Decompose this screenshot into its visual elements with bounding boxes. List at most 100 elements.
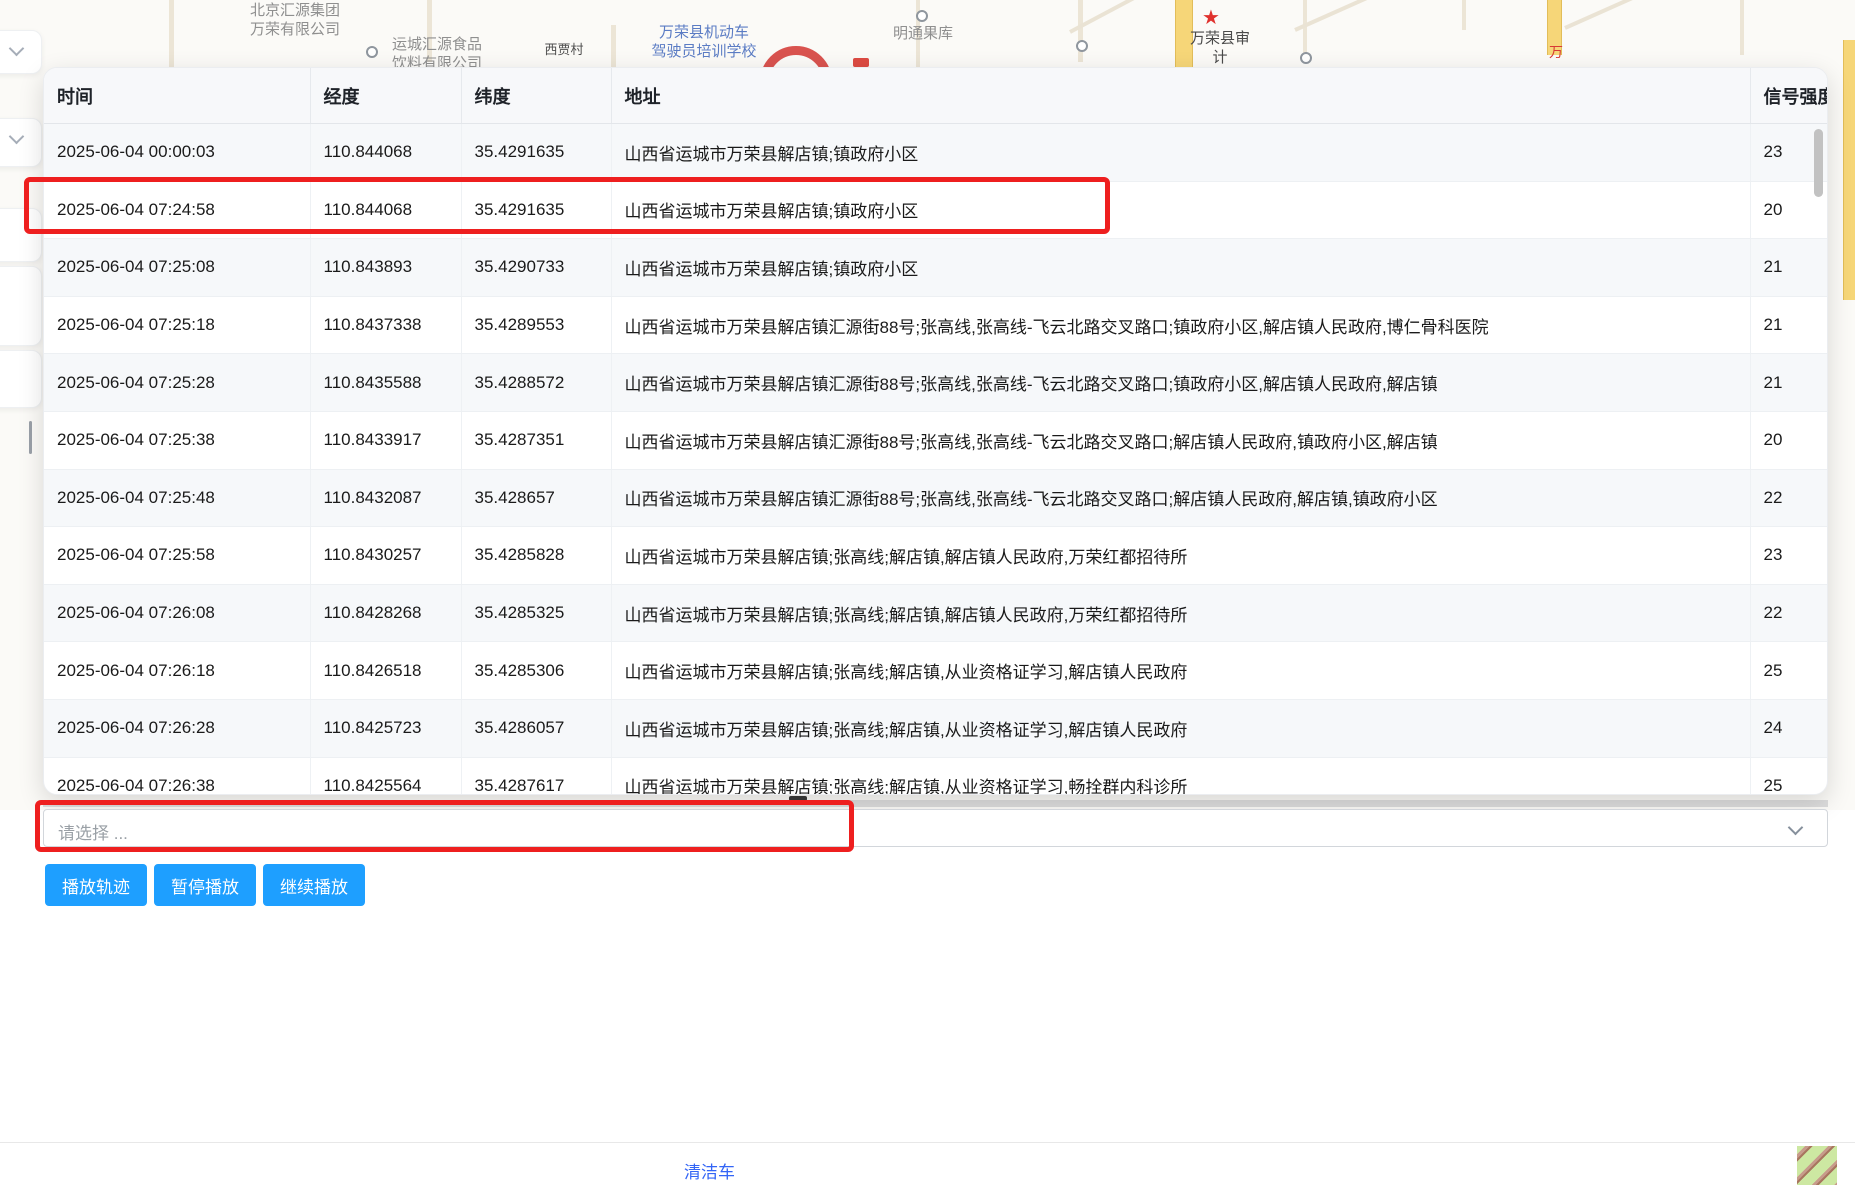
horizontal-scrollbar-track[interactable] (43, 800, 1828, 807)
cell-lat: 35.4289553 (461, 296, 611, 354)
map-road (1069, 0, 1177, 34)
map-poi-dot (916, 10, 928, 22)
map-label-company: 北京汇源集团 万荣有限公司 (230, 2, 360, 40)
chevron-down-icon (9, 129, 25, 145)
cell-addr: 山西省运城市万荣县解店镇;张高线;解店镇,解店镇人民政府,万荣红都招待所 (611, 584, 1750, 642)
column-header: 纬度 (461, 68, 611, 124)
cell-lng: 110.8435588 (310, 354, 461, 412)
map-road-major (1843, 40, 1855, 300)
cell-lat: 35.4287617 (461, 757, 611, 795)
table-row[interactable]: 2025-06-04 07:26:18110.842651835.4285306… (44, 642, 1828, 700)
cell-addr: 山西省运城市万荣县解店镇;镇政府小区 (611, 124, 1750, 182)
cell-lng: 110.8437338 (310, 296, 461, 354)
table-row[interactable]: 2025-06-04 07:25:28110.843558835.4288572… (44, 354, 1828, 412)
cell-addr: 山西省运城市万荣县解店镇;张高线;解店镇,从业资格证学习,畅拴群内科诊所 (611, 757, 1750, 795)
cell-time: 2025-06-04 07:26:18 (44, 642, 310, 700)
vehicle-thumbnail-image (1797, 1146, 1837, 1185)
cell-lat: 35.4287351 (461, 411, 611, 469)
cell-signal: 24 (1750, 699, 1828, 757)
table-row[interactable]: 2025-06-04 07:26:28110.842572335.4286057… (44, 699, 1828, 757)
map-road (611, 25, 616, 67)
map-label-poi: 明通果库 (888, 25, 958, 44)
cell-signal: 22 (1750, 469, 1828, 527)
footer-divider (0, 1142, 1855, 1143)
playback-controls: 播放轨迹 暂停播放 继续播放 (45, 864, 365, 906)
track-table-panel: 时间经度纬度地址信号强度 2025-06-04 00:00:03110.8440… (43, 67, 1828, 795)
table-row[interactable]: 2025-06-04 07:24:58110.84406835.4291635山… (44, 181, 1828, 239)
star-marker-icon: ★ (1202, 8, 1220, 28)
table-row[interactable]: 2025-06-04 00:00:03110.84406835.4291635山… (44, 124, 1828, 182)
cell-addr: 山西省运城市万荣县解店镇汇源街88号;张高线,张高线-飞云北路交叉路口;解店镇人… (611, 411, 1750, 469)
map-label-village: 西贾村 (541, 42, 587, 58)
cell-lng: 110.8426518 (310, 642, 461, 700)
resume-playback-button[interactable]: 继续播放 (263, 864, 365, 906)
pause-playback-button[interactable]: 暂停播放 (154, 864, 256, 906)
column-header: 信号强度 (1750, 68, 1828, 124)
map-poi-dot (366, 46, 378, 58)
cell-lng: 110.844068 (310, 181, 461, 239)
chevron-down-icon (9, 41, 25, 57)
table-row[interactable]: 2025-06-04 07:25:08110.84389335.4290733山… (44, 239, 1828, 297)
side-panel-card[interactable] (0, 208, 42, 262)
table-row[interactable]: 2025-06-04 07:26:08110.842826835.4285325… (44, 584, 1828, 642)
cell-lat: 35.4288572 (461, 354, 611, 412)
play-track-button[interactable]: 播放轨迹 (45, 864, 147, 906)
table-row[interactable]: 2025-06-04 07:25:18110.843733835.4289553… (44, 296, 1828, 354)
cell-lat: 35.4285828 (461, 527, 611, 585)
side-panel-card[interactable] (0, 118, 42, 167)
side-panel-card[interactable] (0, 30, 42, 74)
cell-time: 2025-06-04 07:26:08 (44, 584, 310, 642)
cell-lng: 110.8428268 (310, 584, 461, 642)
cell-lat: 35.4291635 (461, 181, 611, 239)
cell-addr: 山西省运城市万荣县解店镇;张高线;解店镇,从业资格证学习,解店镇人民政府 (611, 642, 1750, 700)
map-label-fragment: 万 (1548, 44, 1564, 62)
table-row[interactable]: 2025-06-04 07:26:38110.842556435.4287617… (44, 757, 1828, 795)
cell-lat: 35.4291635 (461, 124, 611, 182)
side-panel-card[interactable] (0, 350, 42, 408)
cell-time: 2025-06-04 07:25:58 (44, 527, 310, 585)
cell-lng: 110.8433917 (310, 411, 461, 469)
cell-signal: 21 (1750, 354, 1828, 412)
table-row[interactable]: 2025-06-04 07:25:58110.843025735.4285828… (44, 527, 1828, 585)
cell-time: 2025-06-04 07:26:28 (44, 699, 310, 757)
column-header: 地址 (611, 68, 1750, 124)
table-row[interactable]: 2025-06-04 07:25:38110.843391735.4287351… (44, 411, 1828, 469)
table-vertical-scrollbar[interactable] (1814, 129, 1823, 197)
cell-lat: 35.4290733 (461, 239, 611, 297)
map-road (1303, 0, 1307, 60)
cell-addr: 山西省运城市万荣县解店镇汇源街88号;张高线,张高线-飞云北路交叉路口;镇政府小… (611, 296, 1750, 354)
map-label-poi-school: 万荣县机动车 驾驶员培训学校 (648, 24, 760, 62)
table-header-row: 时间经度纬度地址信号强度 (44, 68, 1828, 124)
cell-lng: 110.843893 (310, 239, 461, 297)
cell-lat: 35.4285306 (461, 642, 611, 700)
cell-lat: 35.4285325 (461, 584, 611, 642)
cell-addr: 山西省运城市万荣县解店镇;镇政府小区 (611, 181, 1750, 239)
cell-time: 2025-06-04 07:26:38 (44, 757, 310, 795)
chevron-down-icon (1788, 820, 1804, 836)
cell-addr: 山西省运城市万荣县解店镇汇源街88号;张高线,张高线-飞云北路交叉路口;解店镇人… (611, 469, 1750, 527)
cell-lng: 110.8432087 (310, 469, 461, 527)
cell-addr: 山西省运城市万荣县解店镇汇源街88号;张高线,张高线-飞云北路交叉路口;镇政府小… (611, 354, 1750, 412)
map-road (1740, 0, 1744, 55)
cell-signal: 20 (1750, 411, 1828, 469)
side-panel-card[interactable] (0, 266, 42, 346)
horizontal-scrollbar-thumb[interactable] (789, 796, 807, 801)
track-table: 时间经度纬度地址信号强度 2025-06-04 00:00:03110.8440… (44, 68, 1828, 795)
cell-time: 2025-06-04 00:00:03 (44, 124, 310, 182)
vehicle-type-link[interactable]: 清洁车 (684, 1158, 735, 1183)
map-poi-dot (1076, 40, 1088, 52)
cell-lat: 35.4286057 (461, 699, 611, 757)
cell-signal: 21 (1750, 296, 1828, 354)
cell-addr: 山西省运城市万荣县解店镇;镇政府小区 (611, 239, 1750, 297)
cell-signal: 21 (1750, 239, 1828, 297)
map-road (1078, 0, 1083, 62)
cell-signal: 25 (1750, 757, 1828, 795)
cell-addr: 山西省运城市万荣县解店镇;张高线;解店镇,解店镇人民政府,万荣红都招待所 (611, 527, 1750, 585)
map-road (1294, 0, 1433, 32)
side-scrollbar[interactable] (29, 421, 32, 454)
vehicle-select[interactable]: 请选择 ... (43, 809, 1828, 847)
column-header: 经度 (310, 68, 461, 124)
cell-signal: 22 (1750, 584, 1828, 642)
table-row[interactable]: 2025-06-04 07:25:48110.843208735.428657山… (44, 469, 1828, 527)
cell-signal: 25 (1750, 642, 1828, 700)
